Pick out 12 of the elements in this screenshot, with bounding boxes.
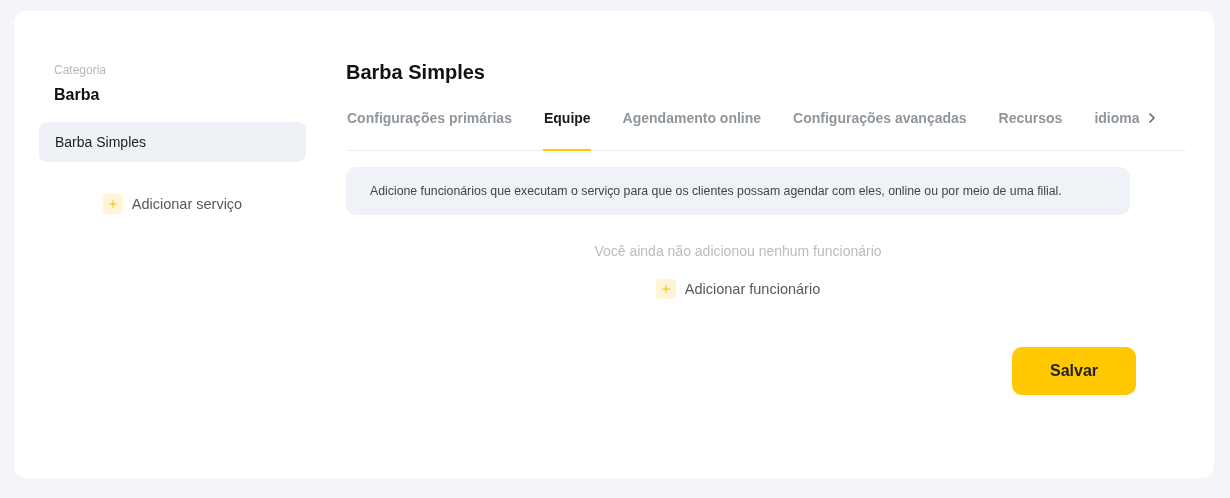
category-label: Categoria <box>53 63 108 77</box>
category-name: Barba <box>53 86 101 104</box>
plus-icon <box>102 194 123 214</box>
service-item[interactable]: Barba Simples <box>39 122 306 162</box>
add-service-button[interactable]: Adicionar serviço <box>102 194 243 214</box>
add-employee-button[interactable]: Adicionar funcionário <box>655 279 821 299</box>
info-message: Adicione funcionários que executam o serviço para que os clientes possam agendar com eles, online ou por meio de uma filial. <box>346 167 1130 215</box>
tab[interactable]: Equipe <box>542 110 591 151</box>
plus-icon <box>655 279 676 299</box>
save-button[interactable]: Salvar <box>1012 347 1136 395</box>
service-title: Barba Simples <box>346 61 486 84</box>
empty-message: Você ainda não adicionou nenhum funcionário <box>593 243 883 259</box>
